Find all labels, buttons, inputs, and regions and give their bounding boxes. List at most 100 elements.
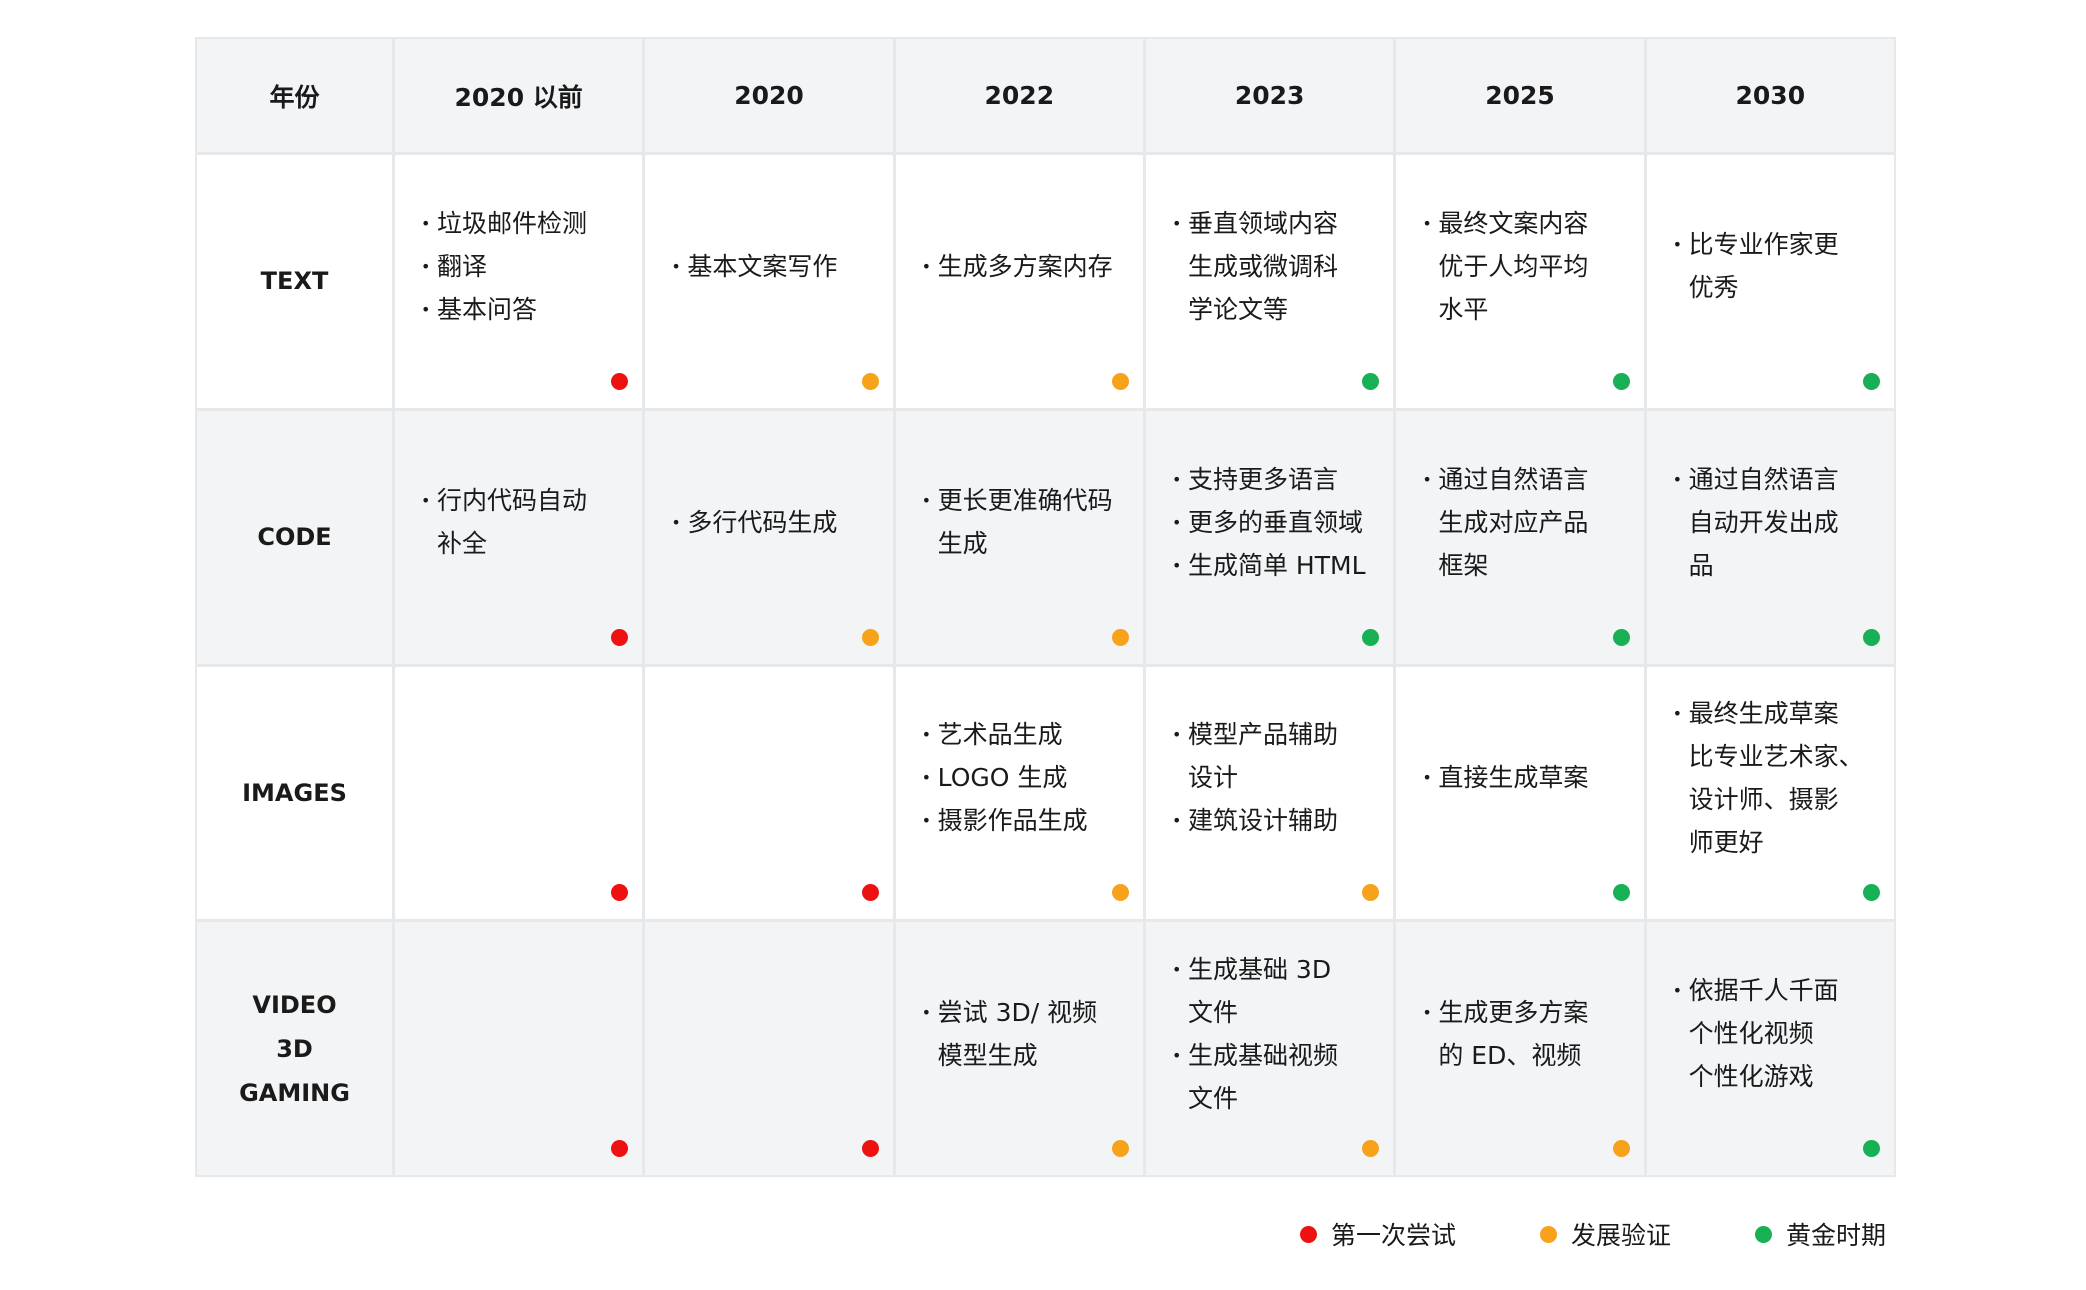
legend-item: 第一次尝试 bbox=[1299, 1216, 1456, 1252]
table-cell bbox=[645, 666, 893, 920]
bullet-list: 直接生成草案 bbox=[1422, 756, 1588, 799]
bullet-list: 通过自然语言 生成对应产品 框架 bbox=[1422, 458, 1588, 587]
list-item: 更多的垂直领域 bbox=[1172, 501, 1366, 544]
list-item: 基本文案写作 bbox=[671, 245, 837, 288]
status-dot bbox=[1111, 628, 1129, 646]
table-cell: 生成基础 3D 文件生成基础视频 文件 bbox=[1145, 922, 1394, 1175]
list-item: 生成简单 HTML bbox=[1172, 544, 1366, 587]
bullet-list: 生成更多方案 的 ED、视频 bbox=[1422, 991, 1588, 1077]
list-item: 依据千人千面 个性化视频 个性化游戏 bbox=[1673, 969, 1839, 1098]
table-cell: 多行代码生成 bbox=[645, 410, 893, 664]
legend: 第一次尝试 发展验证 黄金时期 bbox=[1299, 1216, 1886, 1252]
row-label: IMAGES bbox=[197, 666, 392, 920]
bullet-list: 垂直领域内容 生成或微调科 学论文等 bbox=[1172, 202, 1338, 331]
list-item: 直接生成草案 bbox=[1422, 756, 1588, 799]
status-dot bbox=[861, 1140, 879, 1157]
header-year: 2025 bbox=[1396, 39, 1644, 152]
bullet-list: 生成基础 3D 文件生成基础视频 文件 bbox=[1172, 948, 1338, 1120]
table-cell: 艺术品生成LOGO 生成摄影作品生成 bbox=[895, 666, 1143, 920]
table-cell: 最终生成草案 比专业艺术家、 设计师、摄影 师更好 bbox=[1646, 666, 1894, 920]
list-item: 通过自然语言 生成对应产品 框架 bbox=[1422, 458, 1588, 587]
status-dot bbox=[1111, 1140, 1129, 1157]
header-year: 2023 bbox=[1145, 39, 1394, 152]
header-year-label: 年份 bbox=[197, 39, 392, 152]
list-item: 行内代码自动 补全 bbox=[421, 479, 587, 565]
list-item: 艺术品生成 bbox=[922, 713, 1088, 756]
table-cell: 更长更准确代码 生成 bbox=[895, 410, 1143, 664]
status-dot bbox=[1612, 884, 1630, 902]
list-item: LOGO 生成 bbox=[922, 756, 1088, 799]
status-dot bbox=[1362, 372, 1380, 390]
bullet-list: 尝试 3D/ 视频 模型生成 bbox=[922, 991, 1097, 1077]
list-item: 比专业作家更 优秀 bbox=[1673, 223, 1839, 309]
status-dot bbox=[1862, 628, 1880, 646]
header-year: 2030 bbox=[1646, 39, 1894, 152]
legend-item: 发展验证 bbox=[1539, 1216, 1671, 1252]
status-dot bbox=[861, 628, 879, 646]
bullet-list: 通过自然语言 自动开发出成 品 bbox=[1673, 458, 1839, 587]
bullet-list: 艺术品生成LOGO 生成摄影作品生成 bbox=[922, 713, 1088, 842]
bullet-list: 支持更多语言更多的垂直领域生成简单 HTML bbox=[1172, 458, 1366, 587]
table-cell bbox=[395, 922, 643, 1175]
row-label: CODE bbox=[197, 410, 392, 664]
table-cell: 基本文案写作 bbox=[645, 155, 893, 408]
list-item: 生成基础 3D 文件 bbox=[1172, 948, 1338, 1034]
list-item: 生成更多方案 的 ED、视频 bbox=[1422, 991, 1588, 1077]
bullet-list: 垃圾邮件检测翻译基本问答 bbox=[421, 202, 587, 331]
bullet-list: 多行代码生成 bbox=[671, 501, 837, 544]
table-cell: 行内代码自动 补全 bbox=[395, 410, 643, 664]
status-dot bbox=[1612, 1140, 1630, 1157]
list-item: 尝试 3D/ 视频 模型生成 bbox=[922, 991, 1097, 1077]
list-item: 最终文案内容 优于人均平均 水平 bbox=[1422, 202, 1588, 331]
list-item: 多行代码生成 bbox=[671, 501, 837, 544]
list-item: 垃圾邮件检测 bbox=[421, 202, 587, 245]
table-cell: 比专业作家更 优秀 bbox=[1646, 155, 1894, 408]
status-dot bbox=[1862, 372, 1880, 390]
legend-dot bbox=[1754, 1225, 1772, 1243]
list-item: 通过自然语言 自动开发出成 品 bbox=[1673, 458, 1839, 587]
table-cell: 依据千人千面 个性化视频 个性化游戏 bbox=[1646, 922, 1894, 1175]
bullet-list: 行内代码自动 补全 bbox=[421, 479, 587, 565]
table-cell: 支持更多语言更多的垂直领域生成简单 HTML bbox=[1145, 410, 1394, 664]
header-year: 2020 以前 bbox=[395, 39, 643, 152]
list-item: 支持更多语言 bbox=[1172, 458, 1366, 501]
table-cell: 模型产品辅助 设计建筑设计辅助 bbox=[1145, 666, 1394, 920]
table-cell: 垃圾邮件检测翻译基本问答 bbox=[395, 155, 643, 408]
bullet-list: 生成多方案内存 bbox=[922, 245, 1113, 288]
legend-dot bbox=[1299, 1225, 1317, 1243]
status-dot bbox=[1862, 1140, 1880, 1157]
bullet-list: 最终生成草案 比专业艺术家、 设计师、摄影 师更好 bbox=[1673, 692, 1864, 864]
table-cell bbox=[645, 922, 893, 1175]
table-cell: 垂直领域内容 生成或微调科 学论文等 bbox=[1145, 155, 1394, 408]
legend-dot bbox=[1539, 1225, 1557, 1243]
table-cell: 生成更多方案 的 ED、视频 bbox=[1396, 922, 1644, 1175]
list-item: 生成多方案内存 bbox=[922, 245, 1113, 288]
header-year: 2022 bbox=[895, 39, 1143, 152]
header-year: 2020 bbox=[645, 39, 893, 152]
row-label: TEXT bbox=[197, 155, 392, 408]
list-item: 建筑设计辅助 bbox=[1172, 799, 1338, 842]
bullet-list: 依据千人千面 个性化视频 个性化游戏 bbox=[1673, 969, 1839, 1098]
list-item: 摄影作品生成 bbox=[922, 799, 1088, 842]
list-item: 基本问答 bbox=[421, 288, 587, 331]
table-cell: 通过自然语言 自动开发出成 品 bbox=[1646, 410, 1894, 664]
list-item: 最终生成草案 比专业艺术家、 设计师、摄影 师更好 bbox=[1673, 692, 1864, 864]
table-cell bbox=[395, 666, 643, 920]
list-item: 生成基础视频 文件 bbox=[1172, 1034, 1338, 1120]
legend-label: 第一次尝试 bbox=[1330, 1221, 1456, 1250]
status-dot bbox=[861, 372, 879, 390]
status-dot bbox=[861, 884, 879, 902]
bullet-list: 基本文案写作 bbox=[671, 245, 837, 288]
row-label: VIDEO 3D GAMING bbox=[197, 922, 392, 1175]
list-item: 更长更准确代码 生成 bbox=[922, 479, 1113, 565]
list-item: 模型产品辅助 设计 bbox=[1172, 713, 1338, 799]
list-item: 翻译 bbox=[421, 245, 587, 288]
bullet-list: 模型产品辅助 设计建筑设计辅助 bbox=[1172, 713, 1338, 842]
status-dot bbox=[1612, 628, 1630, 646]
bullet-list: 比专业作家更 优秀 bbox=[1673, 223, 1839, 309]
status-dot bbox=[611, 372, 629, 390]
legend-item: 黄金时期 bbox=[1754, 1216, 1886, 1252]
roadmap-table: 年份 2020 以前 2020 2022 2023 2025 2030 TEXT… bbox=[195, 37, 1896, 1177]
status-dot bbox=[1362, 628, 1380, 646]
table-cell: 通过自然语言 生成对应产品 框架 bbox=[1396, 410, 1644, 664]
